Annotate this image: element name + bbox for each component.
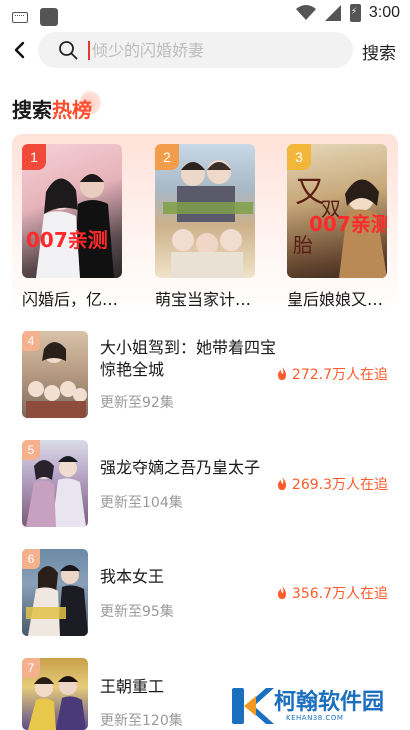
heat-text: 272.7万人在追 [291,367,388,383]
logo-name: 柯翰软件园 [274,690,385,715]
notification-icon [40,8,58,26]
list-poster: 6 [22,549,88,636]
top-card-title[interactable]: 闪婚后，亿… [22,286,118,310]
search-box[interactable] [38,32,353,68]
heat-text: 356.7万人在追 [291,586,388,602]
rank-badge: 4 [22,331,40,351]
text-caret [88,41,90,60]
poster-image: 1 007亲测 [22,144,122,278]
wifi-icon [295,5,316,20]
rank-badge: 3 [287,144,311,170]
search-row: 搜索 [0,30,410,72]
battery-icon [349,4,361,22]
fire-icon [277,586,286,599]
search-button[interactable]: 搜索 [362,39,396,64]
keyboard-icon [12,11,28,23]
section-title: 搜索热榜 [12,94,92,123]
list-item[interactable]: 6 我本女王 更新至95集 356.7万人在追 [0,549,410,639]
rank-badge: 5 [22,440,40,460]
logo-url: KEHAN38.COM [286,714,344,722]
section-title-part2: 热榜 [52,98,92,122]
rank-badge: 6 [22,549,40,569]
section-title-part1: 搜索 [12,98,52,122]
top-card-1[interactable]: 1 007亲测 [22,144,122,278]
back-icon[interactable] [8,38,32,62]
list-subtitle: 更新至104集 [100,495,183,511]
rank-badge: 7 [22,658,40,678]
status-right: 3:00 [295,4,400,22]
list-title: 我本女王 [100,567,165,586]
list-subtitle: 更新至95集 [100,604,174,620]
poster-image: 2 [155,144,255,278]
site-logo: 柯翰软件园 KEHAN38.COM [230,684,398,730]
list-subtitle: 更新至120集 [100,713,183,729]
list-poster: 4 [22,331,88,418]
signal-icon [324,5,341,21]
status-left [12,8,58,26]
fire-icon [277,367,286,380]
list-poster: 7 [22,658,88,730]
search-input[interactable] [92,39,332,61]
list-item[interactable]: 5 强龙夺嫡之吾乃皇太子 更新至104集 269.3万人在追 [0,440,410,530]
heat-count: 356.7万人在追 [276,583,388,603]
heat-count: 269.3万人在追 [276,474,388,494]
status-time: 3:00 [368,4,400,21]
watermark-text: 007亲测 [309,212,387,236]
list-subtitle: 更新至92集 [100,395,174,411]
top-card-3[interactable]: 又 双 胎 3 007亲测 [287,144,387,278]
list-item[interactable]: 4 大小姐驾到：她带着四宝惊艳全城 更新至92集 272.7万人在追 [0,331,410,421]
watermark-text: 007亲测 [26,228,108,252]
heat-text: 269.3万人在追 [291,477,388,493]
search-icon [59,41,78,60]
k-logo-icon [232,688,274,724]
list-title: 强龙夺嫡之吾乃皇太子 [100,458,261,477]
top-card-title[interactable]: 皇后娘娘又… [287,286,383,310]
list-poster: 5 [22,440,88,527]
top-card-2[interactable]: 2 [155,144,255,278]
list-title: 大小姐驾到：她带着四宝惊艳全城 [100,338,277,379]
rank-badge: 1 [22,144,46,170]
top-card-title[interactable]: 萌宝当家计… [155,286,251,310]
heat-count: 272.7万人在追 [276,364,388,384]
fire-icon [277,477,286,490]
rank-badge: 2 [155,144,179,170]
poster-image: 又 双 胎 3 007亲测 [287,144,387,278]
status-bar: 3:00 [0,0,410,30]
